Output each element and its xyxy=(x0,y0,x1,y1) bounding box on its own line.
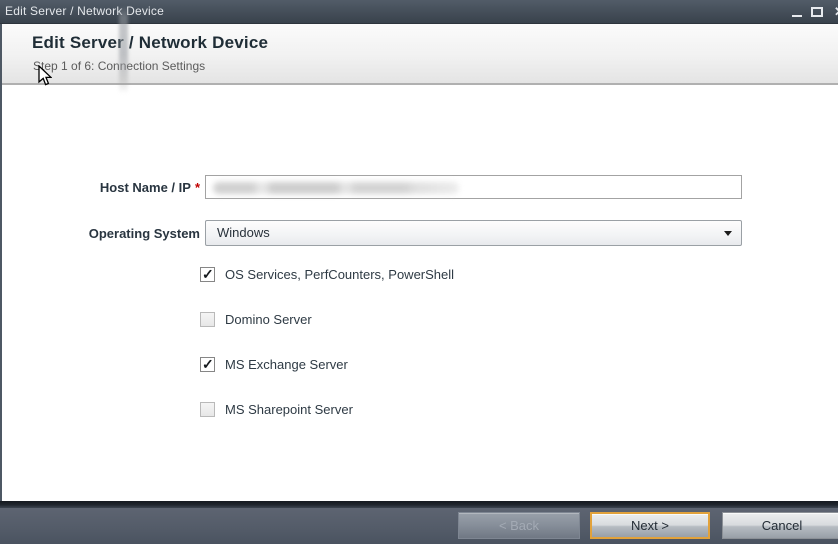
edit-server-dialog: Edit Server / Network Device ✕ Edit Serv… xyxy=(0,0,838,544)
wizard-header: Edit Server / Network Device Step 1 of 6… xyxy=(0,24,838,85)
maximize-icon xyxy=(811,7,823,17)
operating-system-dropdown[interactable]: Windows xyxy=(205,220,742,246)
checkbox-box[interactable]: ✓ xyxy=(200,357,215,372)
maximize-button[interactable] xyxy=(808,0,826,24)
host-name-label: Host Name / IP xyxy=(100,180,191,195)
host-name-label-row: Host Name / IP * xyxy=(0,178,200,196)
minimize-button[interactable] xyxy=(788,0,806,24)
checkbox-box[interactable]: ✓ xyxy=(200,312,215,327)
chevron-down-icon xyxy=(724,231,732,236)
footer-divider xyxy=(0,501,838,508)
required-asterisk: * xyxy=(195,180,200,195)
minimize-icon xyxy=(792,15,802,17)
operating-system-label: Operating System xyxy=(89,226,200,241)
wizard-step-subtitle: Step 1 of 6: Connection Settings xyxy=(33,59,205,73)
close-icon: ✕ xyxy=(834,4,838,20)
check-icon: ✓ xyxy=(202,356,214,372)
wizard-footer: < Back Next > Cancel xyxy=(0,508,838,544)
checkbox-ms-exchange-server[interactable]: ✓ MS Exchange Server xyxy=(200,355,348,373)
next-button[interactable]: Next > xyxy=(590,512,710,539)
operating-system-selected-value: Windows xyxy=(217,221,270,245)
checkbox-os-services[interactable]: ✓ OS Services, PerfCounters, PowerShell xyxy=(200,265,454,283)
window-titlebar[interactable]: Edit Server / Network Device ✕ xyxy=(0,0,838,24)
checkbox-label: MS Sharepoint Server xyxy=(225,402,353,417)
window-left-border xyxy=(0,24,2,501)
close-button[interactable]: ✕ xyxy=(831,0,838,24)
checkbox-box[interactable]: ✓ xyxy=(200,402,215,417)
checkbox-domino-server[interactable]: ✓ Domino Server xyxy=(200,310,312,328)
checkbox-box[interactable]: ✓ xyxy=(200,267,215,282)
checkbox-label: OS Services, PerfCounters, PowerShell xyxy=(225,267,454,282)
cancel-button[interactable]: Cancel xyxy=(722,512,838,539)
check-icon: ✓ xyxy=(202,266,214,282)
operating-system-label-row: Operating System xyxy=(0,224,200,242)
checkbox-ms-sharepoint-server[interactable]: ✓ MS Sharepoint Server xyxy=(200,400,353,418)
checkbox-label: Domino Server xyxy=(225,312,312,327)
back-button: < Back xyxy=(458,512,580,539)
host-name-input[interactable] xyxy=(205,175,742,199)
host-name-redacted-value xyxy=(213,182,459,194)
page-title: Edit Server / Network Device xyxy=(32,33,268,53)
checkbox-label: MS Exchange Server xyxy=(225,357,348,372)
window-title: Edit Server / Network Device xyxy=(5,0,164,23)
